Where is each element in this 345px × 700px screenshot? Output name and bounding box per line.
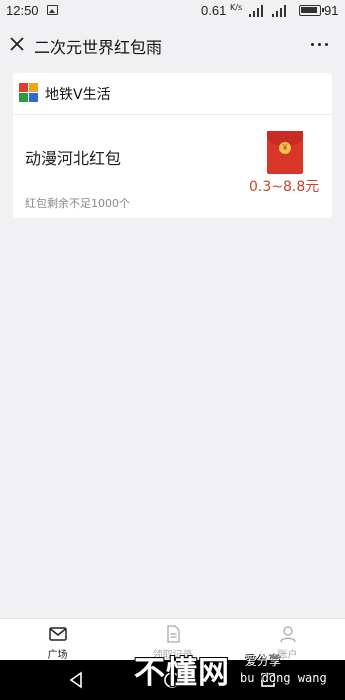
tab-label: 广场 bbox=[47, 650, 68, 661]
account-logo-icon bbox=[19, 83, 39, 103]
signal-icon bbox=[272, 5, 292, 17]
watermark-sub: 爱分享 bbox=[245, 654, 282, 668]
more-icon[interactable] bbox=[308, 36, 332, 52]
image-icon bbox=[47, 5, 58, 15]
watermark-pinyin: bu dong wang bbox=[240, 671, 327, 685]
network-unit: K/s bbox=[230, 3, 243, 12]
watermark-main: 不懂网 bbox=[134, 655, 230, 691]
status-time: 12:50 bbox=[6, 3, 39, 18]
red-packet-card[interactable]: 地铁V生活 动漫河北红包 ¥ 0.3~8.8元 红包剩余不足1000个 bbox=[13, 73, 332, 218]
battery-icon bbox=[299, 5, 324, 16]
title-bar: 二次元世界红包雨 bbox=[0, 24, 345, 64]
signal-icon bbox=[249, 5, 269, 17]
battery-percent: 91 bbox=[324, 3, 339, 18]
card-header[interactable]: 地铁V生活 bbox=[13, 73, 332, 115]
mail-icon bbox=[49, 627, 67, 641]
close-icon[interactable] bbox=[8, 35, 26, 53]
amount-range: 0.3~8.8元 bbox=[249, 179, 320, 195]
account-name: 地铁V生活 bbox=[45, 87, 111, 103]
status-bar: 12:50 0.61 K/s 91 bbox=[0, 0, 345, 24]
network-speed: 0.61 bbox=[201, 3, 227, 18]
red-packet-title: 动漫河北红包 bbox=[25, 149, 122, 168]
user-icon bbox=[280, 626, 296, 643]
tab-plaza[interactable]: 广场 bbox=[0, 619, 115, 661]
remaining-count: 红包剩余不足1000个 bbox=[25, 197, 130, 210]
page-title: 二次元世界红包雨 bbox=[34, 38, 163, 57]
red-envelope-icon[interactable]: ¥ bbox=[267, 131, 303, 174]
document-icon bbox=[167, 625, 180, 643]
back-icon[interactable] bbox=[66, 670, 86, 690]
envelope-coin: ¥ bbox=[279, 142, 291, 154]
